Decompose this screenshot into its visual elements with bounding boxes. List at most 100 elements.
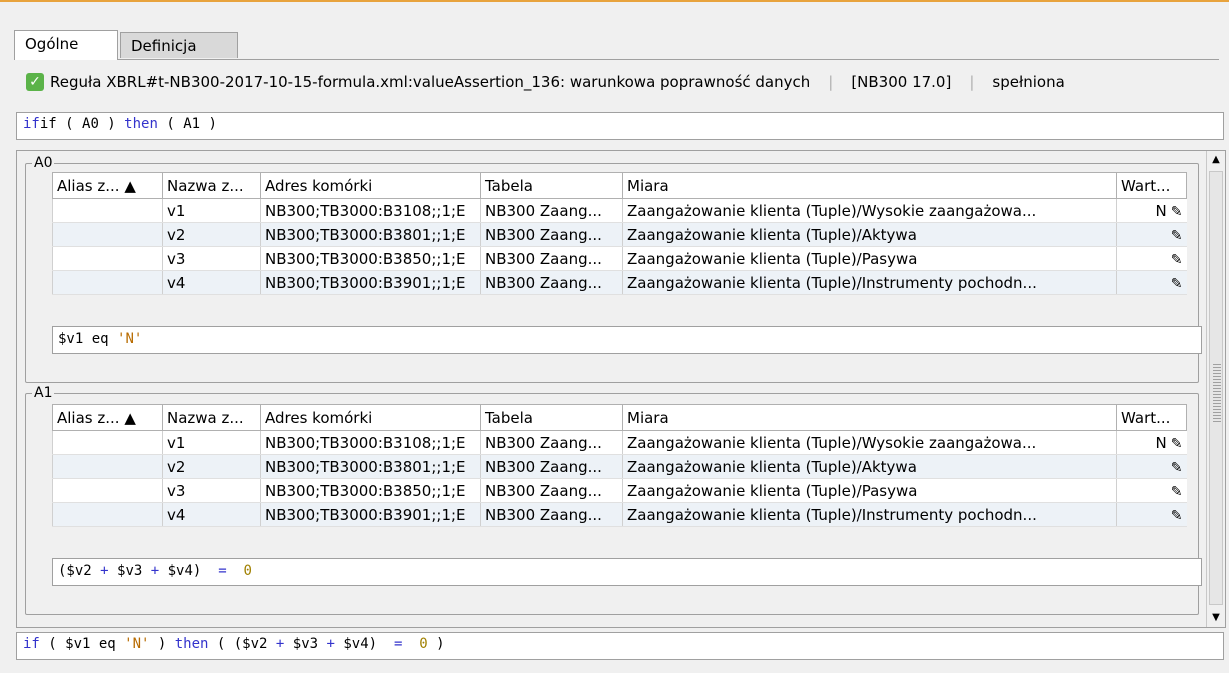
cell-measure: Zaangażowanie klienta (Tuple)/Wysokie za… bbox=[622, 430, 1117, 455]
edit-pencil-icon[interactable]: ✎ bbox=[1171, 276, 1183, 292]
column-name[interactable]: Nazwa z... bbox=[162, 172, 261, 199]
cell-address: NB300;TB3000:B3801;;1;E bbox=[260, 222, 481, 247]
cell-measure: Zaangażowanie klienta (Tuple)/Aktywa bbox=[622, 454, 1117, 479]
cell-measure: Zaangażowanie klienta (Tuple)/Wysokie za… bbox=[622, 198, 1117, 223]
column-table[interactable]: Tabela bbox=[480, 172, 623, 199]
code-text: $v4) bbox=[159, 563, 219, 579]
rule-result: spełniona bbox=[992, 73, 1065, 91]
code-text: ) bbox=[98, 116, 125, 132]
code-text: $v4) bbox=[334, 636, 394, 652]
table-row[interactable]: v2 NB300;TB3000:B3801;;1;E NB300 Zaang..… bbox=[52, 222, 1187, 247]
cell-measure: Zaangażowanie klienta (Tuple)/Instrument… bbox=[622, 502, 1117, 527]
cell-name: v3 bbox=[162, 478, 261, 503]
rule-name: Reguła XBRL#t-NB300-2017-10-15-formula.x… bbox=[50, 73, 811, 91]
cell-alias bbox=[52, 430, 163, 455]
full-formula[interactable]: if ( $v1 eq 'N' ) then ( ($v2 + $v3 + $v… bbox=[16, 632, 1224, 660]
group-expression[interactable]: ($v2 + $v3 + $v4) = 0 bbox=[52, 558, 1202, 586]
cell-address: NB300;TB3000:B3108;;1;E bbox=[260, 430, 481, 455]
edit-pencil-icon[interactable]: ✎ bbox=[1171, 484, 1183, 500]
code-text: ) bbox=[149, 636, 175, 652]
column-address[interactable]: Adres komórki bbox=[260, 172, 481, 199]
operator: + bbox=[326, 636, 335, 652]
edit-pencil-icon[interactable]: ✎ bbox=[1171, 228, 1183, 244]
tab-definition[interactable]: Definicja bbox=[120, 32, 238, 58]
cell-address: NB300;TB3000:B3850;;1;E bbox=[260, 478, 481, 503]
edit-pencil-icon[interactable]: ✎ bbox=[1171, 252, 1183, 268]
variables-table[interactable]: Alias z... ▲ Nazwa z... Adres komórki Ta… bbox=[52, 404, 1187, 527]
column-name[interactable]: Nazwa z... bbox=[162, 404, 261, 431]
cell-name: v4 bbox=[162, 502, 261, 527]
column-value[interactable]: Wart... bbox=[1116, 172, 1187, 199]
separator: | bbox=[828, 73, 834, 91]
vertical-scrollbar[interactable]: ▲ ▼ bbox=[1206, 151, 1225, 627]
cell-table: NB300 Zaang... bbox=[480, 478, 623, 503]
code-text: A0 bbox=[82, 116, 99, 132]
code-text: ($v2 bbox=[58, 563, 101, 579]
cell-table: NB300 Zaang... bbox=[480, 198, 623, 223]
table-row[interactable]: v3 NB300;TB3000:B3850;;1;E NB300 Zaang..… bbox=[52, 478, 1187, 503]
cell-name: v2 bbox=[162, 454, 261, 479]
cell-table: NB300 Zaang... bbox=[480, 454, 623, 479]
group-title: A1 bbox=[32, 385, 55, 401]
column-alias[interactable]: Alias z... ▲ bbox=[52, 172, 163, 199]
cell-alias bbox=[52, 478, 163, 503]
string-literal: 'N' bbox=[124, 636, 150, 652]
column-value[interactable]: Wart... bbox=[1116, 404, 1187, 431]
table-row[interactable]: v3 NB300;TB3000:B3850;;1;E NB300 Zaang..… bbox=[52, 246, 1187, 271]
if-keyword: if bbox=[23, 636, 40, 652]
number-literal: 0 bbox=[419, 636, 428, 652]
cell-name: v4 bbox=[162, 270, 261, 295]
groups-scroll-area[interactable]: A0 Alias z... ▲ Nazwa z... Adres komórki… bbox=[16, 150, 1226, 628]
scroll-down-icon[interactable]: ▼ bbox=[1207, 609, 1225, 627]
code-text: ( ($v2 bbox=[208, 636, 276, 652]
tab-general[interactable]: Ogólne bbox=[14, 30, 118, 60]
scrollbar-thumb[interactable] bbox=[1209, 171, 1223, 605]
check-icon: ✓ bbox=[26, 73, 44, 91]
edit-pencil-icon[interactable]: ✎ bbox=[1171, 204, 1183, 220]
scroll-up-icon[interactable]: ▲ bbox=[1207, 151, 1225, 169]
cell-table: NB300 Zaang... bbox=[480, 270, 623, 295]
table-row[interactable]: v1 NB300;TB3000:B3108;;1;E NB300 Zaang..… bbox=[52, 430, 1187, 455]
edit-pencil-icon[interactable]: ✎ bbox=[1171, 460, 1183, 476]
table-row[interactable]: v4 NB300;TB3000:B3901;;1;E NB300 Zaang..… bbox=[52, 270, 1187, 295]
cell-table: NB300 Zaang... bbox=[480, 502, 623, 527]
operator: = bbox=[218, 563, 227, 579]
rule-version: [NB300 17.0] bbox=[851, 73, 952, 91]
code-text: $v1 eq bbox=[58, 331, 118, 347]
condition-summary[interactable]: ifif ( A0 ) then ( A1 ) bbox=[16, 112, 1224, 140]
string-literal: 'N' bbox=[117, 331, 143, 347]
tab-divider bbox=[14, 59, 1219, 60]
column-measure[interactable]: Miara bbox=[622, 172, 1117, 199]
cell-value: N ✎ bbox=[1116, 198, 1187, 223]
then-keyword: then bbox=[174, 636, 209, 652]
column-address[interactable]: Adres komórki bbox=[260, 404, 481, 431]
cell-table: NB300 Zaang... bbox=[480, 222, 623, 247]
number-literal: 0 bbox=[243, 563, 252, 579]
cell-address: NB300;TB3000:B3901;;1;E bbox=[260, 270, 481, 295]
value-text: N bbox=[1155, 433, 1167, 452]
grip-icon bbox=[1213, 362, 1221, 422]
variables-table[interactable]: Alias z... ▲ Nazwa z... Adres komórki Ta… bbox=[52, 172, 1187, 295]
group-expression[interactable]: $v1 eq 'N' bbox=[52, 326, 1202, 354]
column-table[interactable]: Tabela bbox=[480, 404, 623, 431]
cell-alias bbox=[52, 246, 163, 271]
if-keyword: if bbox=[23, 116, 40, 132]
code-text: A1 bbox=[183, 116, 201, 132]
cell-alias bbox=[52, 502, 163, 527]
column-measure[interactable]: Miara bbox=[622, 404, 1117, 431]
cell-measure: Zaangażowanie klienta (Tuple)/Aktywa bbox=[622, 222, 1117, 247]
edit-pencil-icon[interactable]: ✎ bbox=[1171, 436, 1183, 452]
table-row[interactable]: v2 NB300;TB3000:B3801;;1;E NB300 Zaang..… bbox=[52, 454, 1187, 479]
cell-address: NB300;TB3000:B3801;;1;E bbox=[260, 454, 481, 479]
table-row[interactable]: v1 NB300;TB3000:B3108;;1;E NB300 Zaang..… bbox=[52, 198, 1187, 223]
code-text: ( $v1 eq bbox=[39, 636, 125, 652]
edit-pencil-icon[interactable]: ✎ bbox=[1171, 508, 1183, 524]
group-a1: A1 Alias z... ▲ Nazwa z... Adres komórki… bbox=[25, 385, 1202, 615]
cell-name: v1 bbox=[162, 198, 261, 223]
column-alias[interactable]: Alias z... ▲ bbox=[52, 404, 163, 431]
table-row[interactable]: v4 NB300;TB3000:B3901;;1;E NB300 Zaang..… bbox=[52, 502, 1187, 527]
cell-address: NB300;TB3000:B3901;;1;E bbox=[260, 502, 481, 527]
cell-address: NB300;TB3000:B3850;;1;E bbox=[260, 246, 481, 271]
cell-table: NB300 Zaang... bbox=[480, 430, 623, 455]
